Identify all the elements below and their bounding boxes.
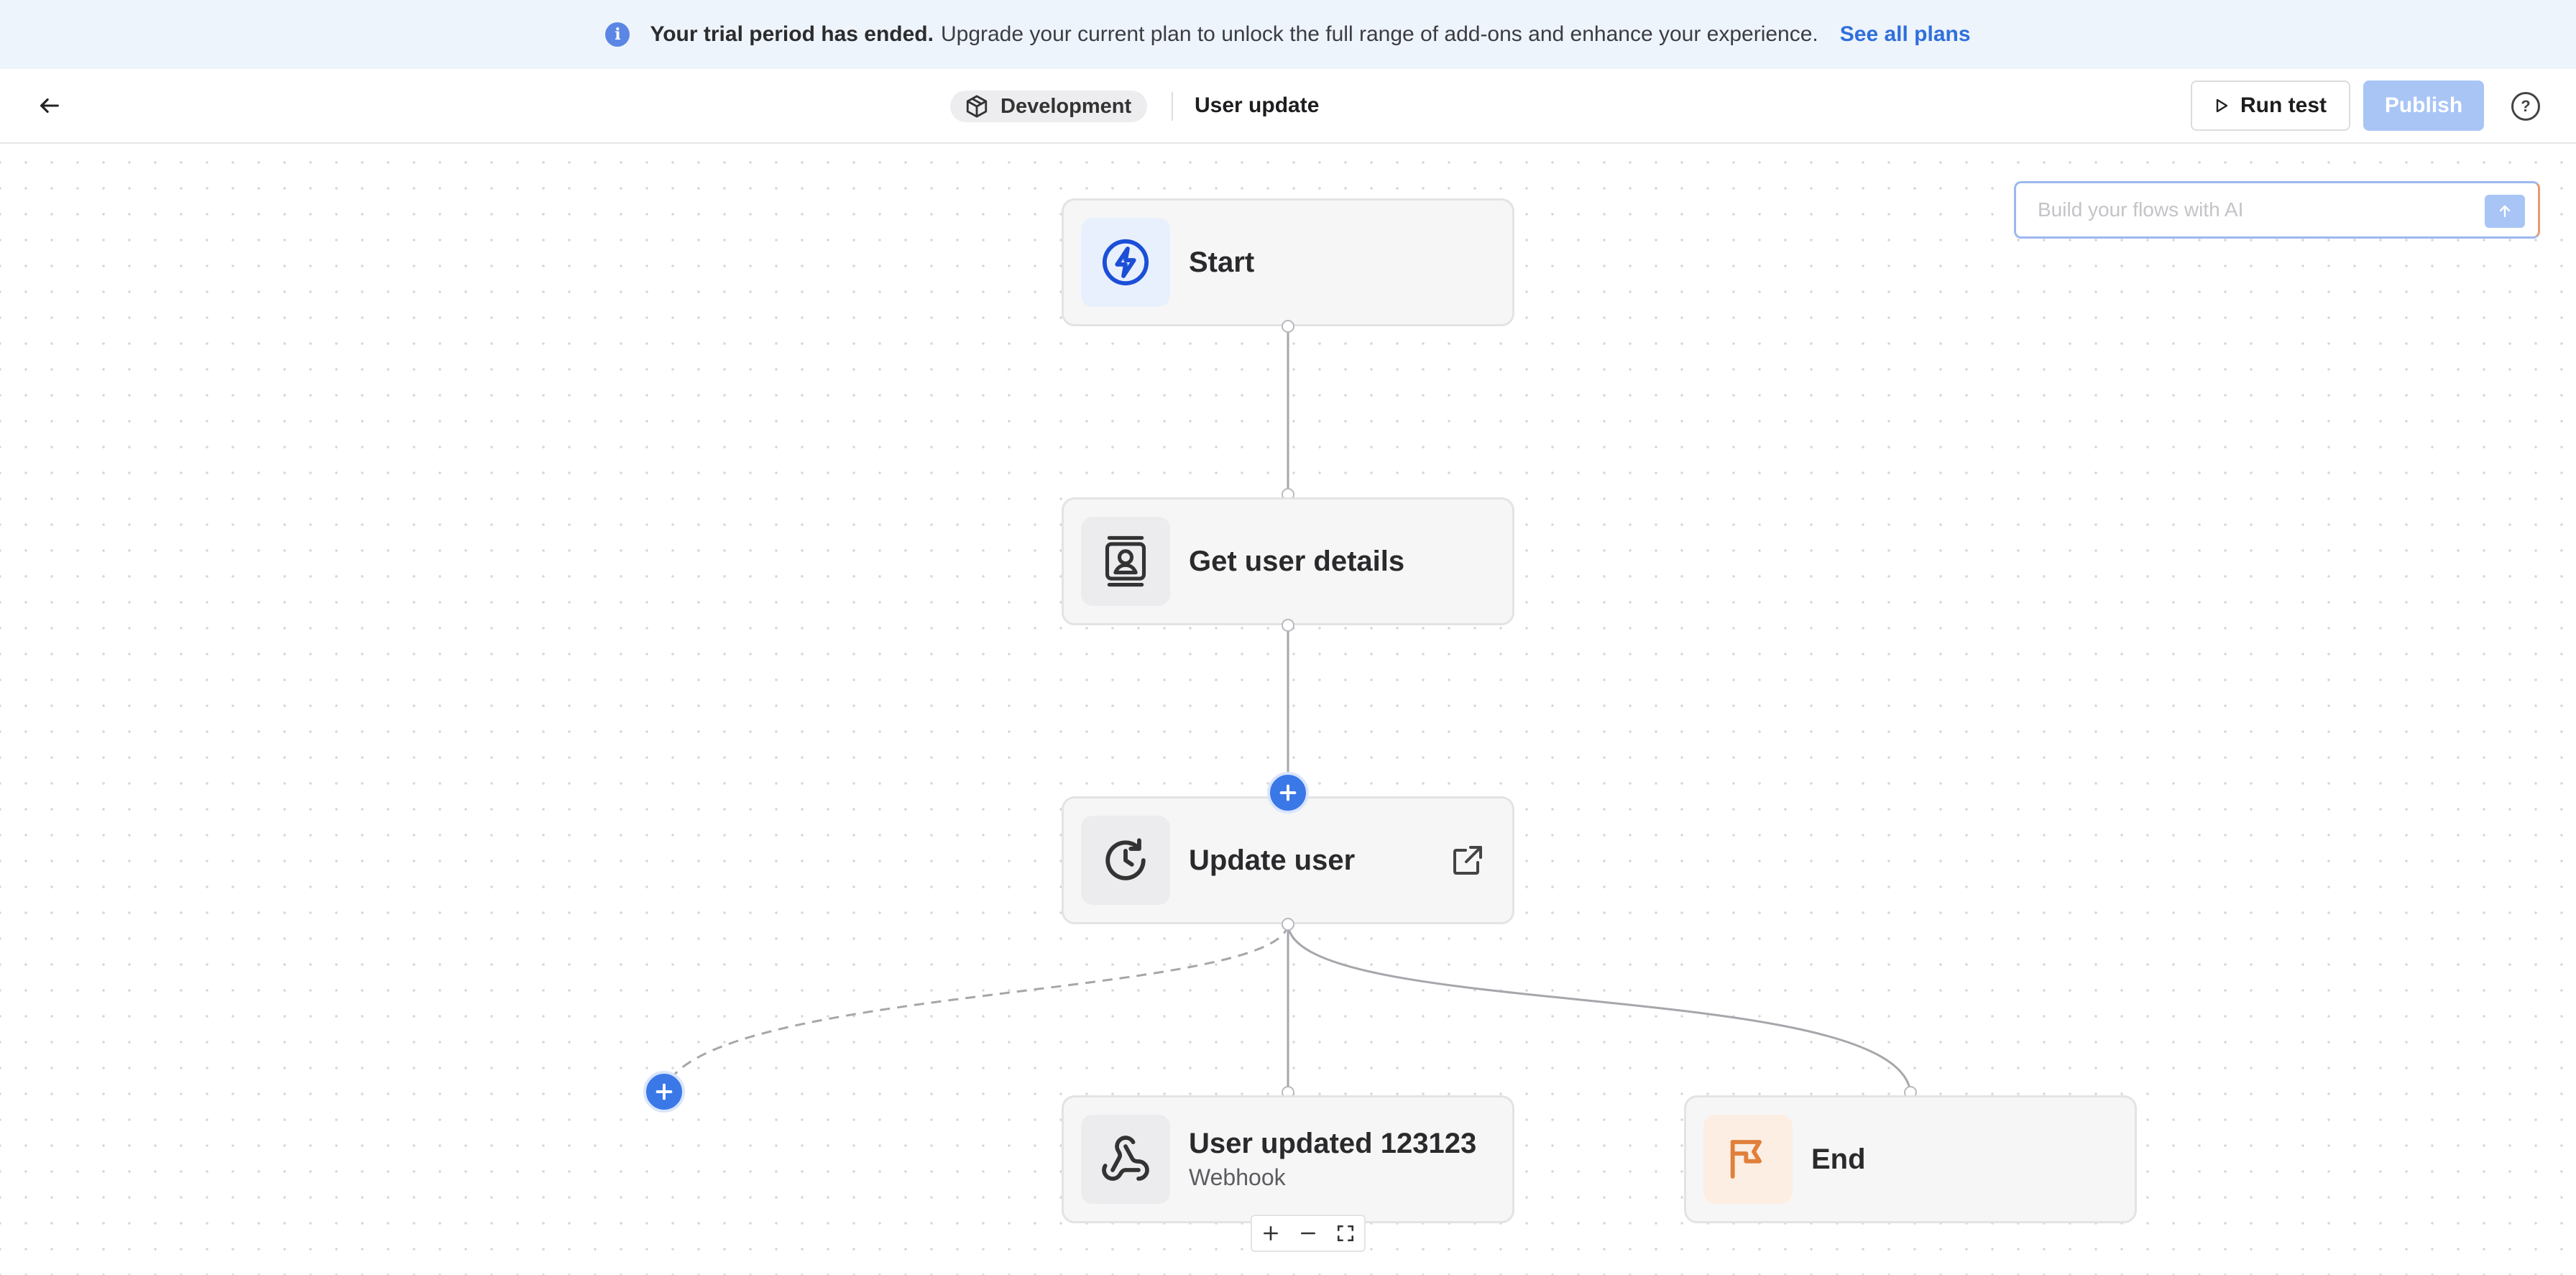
node-get-user-details[interactable]: Get user details: [1062, 497, 1514, 625]
external-link-icon[interactable]: [1450, 843, 1485, 878]
node-start[interactable]: Start: [1062, 198, 1514, 326]
ai-prompt-input[interactable]: [2036, 198, 2463, 222]
node-title: User updated 123123: [1189, 1128, 1477, 1159]
node-update-user-icon-tile: [1081, 816, 1170, 905]
arrow-up-icon: [2499, 205, 2511, 218]
node-user-updated-webhook[interactable]: User updated 123123 Webhook: [1062, 1095, 1514, 1223]
node-end-icon-tile: [1703, 1115, 1793, 1204]
plus-icon: [1279, 784, 1297, 801]
node-webhook-icon-tile: [1081, 1115, 1170, 1204]
node-start-output-handle[interactable]: [1282, 320, 1294, 333]
trial-banner-title: Your trial period has ended.: [650, 22, 934, 46]
environment-label: Development: [1000, 94, 1132, 118]
info-icon: i: [605, 22, 630, 47]
plus-icon: [1264, 1226, 1278, 1241]
zoom-in-button[interactable]: [1256, 1219, 1285, 1248]
add-branch-step-button[interactable]: [643, 1071, 685, 1113]
ai-flow-builder: [2014, 181, 2540, 239]
node-get-user-icon-tile: [1081, 517, 1170, 606]
play-icon: [2216, 98, 2228, 113]
minus-icon: [1301, 1232, 1315, 1235]
flow-name: User update: [1195, 93, 1320, 117]
fullscreen-icon: [1337, 1225, 1354, 1242]
fit-view-button[interactable]: [1331, 1219, 1360, 1248]
node-title: Update user: [1189, 844, 1356, 876]
question-circle-icon[interactable]: ?: [2511, 92, 2540, 121]
see-all-plans-link[interactable]: See all plans: [1840, 22, 1971, 47]
flow-editor-header: Development User update Run test Publish…: [0, 69, 2576, 144]
edge-update-user-to-end: [1287, 924, 1912, 1093]
flag-icon: [1730, 1140, 1762, 1179]
node-title: End: [1811, 1143, 1866, 1175]
node-get-user-output-handle[interactable]: [1282, 619, 1294, 632]
trial-banner-message: Upgrade your current plan to unlock the …: [940, 22, 1818, 46]
flow-canvas[interactable]: Start Get user details Update user User …: [0, 144, 2576, 1275]
add-step-button[interactable]: [1267, 772, 1309, 814]
plus-icon: [656, 1083, 673, 1100]
run-test-button[interactable]: Run test: [2191, 80, 2350, 131]
node-title: Start: [1189, 246, 1255, 278]
node-title: Get user details: [1189, 545, 1405, 577]
webhook-icon: [1102, 1136, 1149, 1181]
contact-card-icon: [1105, 535, 1146, 587]
edge-update-user-to-new-step: [663, 924, 1289, 1093]
zoom-controls: [1251, 1215, 1366, 1252]
node-start-icon-tile: [1081, 218, 1170, 307]
arrow-left-icon: [40, 98, 59, 114]
header-divider: [1172, 92, 1173, 121]
trial-banner: i Your trial period has ended. Upgrade y…: [0, 0, 2576, 69]
publish-label: Publish: [2384, 93, 2463, 117]
ai-send-button[interactable]: [2485, 195, 2525, 228]
run-test-label: Run test: [2240, 93, 2327, 117]
zoom-out-button[interactable]: [1294, 1219, 1322, 1248]
environment-chip[interactable]: Development: [950, 91, 1148, 122]
back-button[interactable]: [32, 88, 68, 124]
node-update-user-output-handle[interactable]: [1282, 918, 1294, 931]
node-subtitle: Webhook: [1189, 1164, 1286, 1190]
box-icon: [966, 95, 988, 118]
refresh-clock-icon: [1105, 838, 1146, 880]
lightning-icon: [1102, 239, 1149, 286]
publish-button[interactable]: Publish: [2363, 80, 2484, 131]
node-end[interactable]: End: [1684, 1095, 2137, 1223]
node-update-user[interactable]: Update user: [1062, 796, 1514, 924]
